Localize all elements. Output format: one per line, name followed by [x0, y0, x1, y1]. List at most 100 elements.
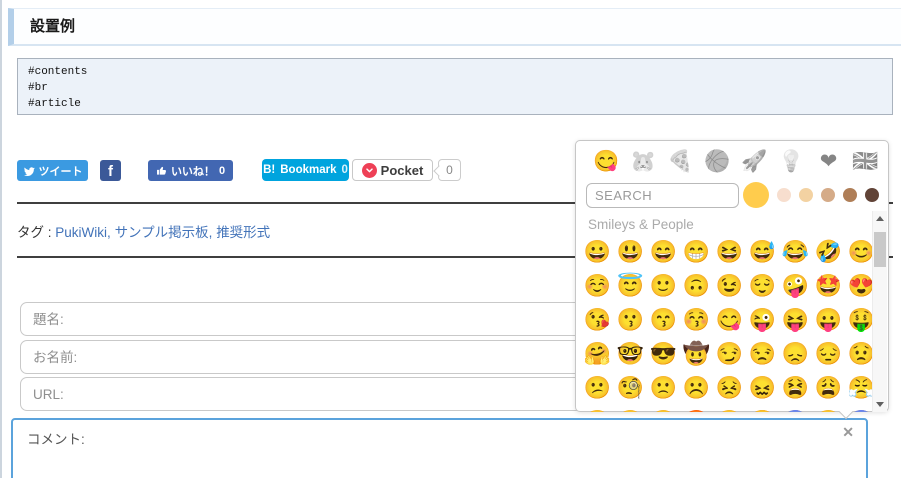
tag-links: PukiWiki, サンプル掲示板, 推奨形式	[55, 225, 270, 240]
facebook-button[interactable]: f	[100, 160, 121, 181]
scrollbar-up-arrow-icon[interactable]	[873, 211, 887, 227]
category-animals-nature-icon[interactable]: 🐹	[625, 147, 662, 177]
tag-separator: ,	[107, 225, 115, 240]
category-objects-icon[interactable]: 💡	[773, 147, 810, 177]
pocket-button[interactable]: Pocket	[352, 159, 433, 181]
emoji-cell[interactable]: 🙂	[647, 269, 680, 303]
hatena-b-icon: B!	[263, 164, 276, 176]
skin-tone-dot[interactable]	[865, 188, 879, 202]
tweet-button[interactable]: ツイート	[17, 160, 88, 181]
emoji-cell[interactable]: 😫	[779, 371, 812, 405]
thumbs-up-icon	[156, 165, 167, 176]
emoji-cell[interactable]: 😛	[812, 303, 845, 337]
emoji-cell[interactable]: 😜	[746, 303, 779, 337]
emoji-cell[interactable]: 😆	[713, 235, 746, 269]
emoji-cell[interactable]: 😉	[713, 269, 746, 303]
emoji-cell[interactable]: 😠	[647, 405, 680, 412]
emoji-cell[interactable]: 😙	[647, 303, 680, 337]
emoji-cell[interactable]: 😋	[713, 303, 746, 337]
emoji-cell[interactable]: 😢	[614, 405, 647, 412]
emoji-cell[interactable]: 🙄	[581, 405, 614, 412]
emoji-cell[interactable]: 🤣	[812, 235, 845, 269]
category-symbols-icon[interactable]: ❤	[810, 147, 847, 177]
scrollbar-down-arrow-icon[interactable]	[873, 396, 887, 412]
page-left-border	[0, 0, 2, 478]
emoji-category-label: Smileys & People	[588, 217, 694, 232]
emoji-cell[interactable]: 🧐	[614, 371, 647, 405]
pocket-button-label: Pocket	[380, 162, 424, 178]
tag-link[interactable]: サンプル掲示板	[115, 225, 209, 240]
emoji-cell[interactable]: 😄	[647, 235, 680, 269]
emoji-cell[interactable]: 😡	[680, 405, 713, 412]
emoji-cell[interactable]: 😖	[746, 371, 779, 405]
emoji-cell[interactable]: 😬	[812, 405, 845, 412]
page: 設置例 #contents #br #article ツイート f いいね！ 0…	[0, 0, 910, 478]
emoji-cell[interactable]: 😂	[779, 235, 812, 269]
like-count: 0	[218, 164, 226, 177]
emoji-cell[interactable]: 😒	[746, 337, 779, 371]
emoji-cell[interactable]: 😘	[581, 303, 614, 337]
category-food-drink-icon[interactable]: 🍕	[662, 147, 699, 177]
emoji-cell[interactable]: 🤠	[680, 337, 713, 371]
emoji-grid-scrollbar[interactable]	[872, 211, 887, 412]
pocket-count: 0	[446, 163, 453, 177]
emoji-cell[interactable]: 🙁	[647, 371, 680, 405]
emoji-cell[interactable]: ☹️	[680, 371, 713, 405]
tag-link[interactable]: PukiWiki	[55, 225, 107, 240]
skin-tone-dot[interactable]	[743, 182, 769, 208]
emoji-cell[interactable]: 😇	[614, 269, 647, 303]
facebook-f-icon: f	[108, 163, 113, 180]
emoji-cell[interactable]: 🤗	[581, 337, 614, 371]
emoji-picker-close-icon[interactable]: ✕	[842, 425, 854, 439]
emoji-cell[interactable]: 😎	[647, 337, 680, 371]
emoji-search-input[interactable]	[586, 183, 739, 208]
comment-textarea[interactable]	[13, 420, 866, 478]
skin-tone-dot[interactable]	[777, 188, 791, 202]
facebook-like-button[interactable]: いいね！ 0	[148, 160, 233, 181]
emoji-category-tabs: 😋 🐹 🍕 🏀 🚀 💡 ❤ 🇬🇧	[588, 147, 884, 179]
emoji-cell[interactable]: 🙃	[680, 269, 713, 303]
category-activity-icon[interactable]: 🏀	[699, 147, 736, 177]
emoji-cell[interactable]: 😀	[581, 235, 614, 269]
skin-tone-dot[interactable]	[821, 188, 835, 202]
scrollbar-thumb[interactable]	[874, 232, 886, 267]
category-flags-icon[interactable]: 🇬🇧	[847, 147, 884, 177]
page-title: 設置例	[8, 8, 901, 46]
emoji-cell[interactable]: 😱	[779, 405, 812, 412]
category-smileys-people-icon[interactable]: 😋	[588, 147, 625, 177]
emoji-picker-panel: 😋🐹🍕🏀🚀💡❤🇬🇧 Smileys & People 😀😃😄😁😆😅😂🤣😊☺️😇🙂…	[575, 140, 889, 420]
tag-link[interactable]: 推奨形式	[216, 225, 270, 240]
emoji-cell[interactable]: 😁	[680, 235, 713, 269]
emoji-cell[interactable]: 😗	[614, 303, 647, 337]
emoji-cell[interactable]: 😣	[713, 371, 746, 405]
comment-editor: ✕	[11, 418, 868, 478]
emoji-cell[interactable]: 😔	[812, 337, 845, 371]
emoji-cell[interactable]: 🤓	[614, 337, 647, 371]
emoji-cell[interactable]: 😌	[746, 269, 779, 303]
emoji-cell[interactable]: 😤	[713, 405, 746, 412]
like-button-label: いいね！	[170, 165, 215, 178]
hatena-button-label: Bookmark	[280, 164, 337, 176]
twitter-bird-icon	[23, 165, 35, 177]
pocket-icon	[361, 162, 377, 178]
tag-row: タグ : PukiWiki, サンプル掲示板, 推奨形式	[17, 221, 270, 241]
emoji-cell[interactable]: 😚	[680, 303, 713, 337]
tweet-button-label: ツイート	[38, 165, 83, 178]
tag-label: タグ :	[17, 225, 52, 240]
emoji-cell[interactable]: 😕	[581, 371, 614, 405]
emoji-cell[interactable]: 😅	[746, 235, 779, 269]
category-travel-places-icon[interactable]: 🚀	[736, 147, 773, 177]
emoji-cell[interactable]: 😏	[713, 337, 746, 371]
emoji-cell[interactable]: 😩	[812, 371, 845, 405]
emoji-cell[interactable]: 😭	[746, 405, 779, 412]
emoji-cell[interactable]: 🤪	[779, 269, 812, 303]
emoji-cell[interactable]: ☺️	[581, 269, 614, 303]
emoji-cell[interactable]: 😃	[614, 235, 647, 269]
emoji-grid: 😀 😃 😄 😁 😆 😅 😂 🤣 😊 ☺️ 😇 🙂 🙃 😉 😌 🤪 🤩 😍 😘 😗 😙 😚 😋 😜 😝 😛 🤑 🤗 🤓 😎 🤠 😏 😒 😞 😔 😟 😕 🧐 🙁…	[581, 235, 878, 412]
skin-tone-dot[interactable]	[843, 188, 857, 202]
emoji-cell[interactable]: 🤩	[812, 269, 845, 303]
emoji-cell[interactable]: 😞	[779, 337, 812, 371]
emoji-cell[interactable]: 😝	[779, 303, 812, 337]
skin-tone-dot[interactable]	[799, 188, 813, 202]
hatena-bookmark-button[interactable]: B! Bookmark 0	[262, 159, 349, 181]
